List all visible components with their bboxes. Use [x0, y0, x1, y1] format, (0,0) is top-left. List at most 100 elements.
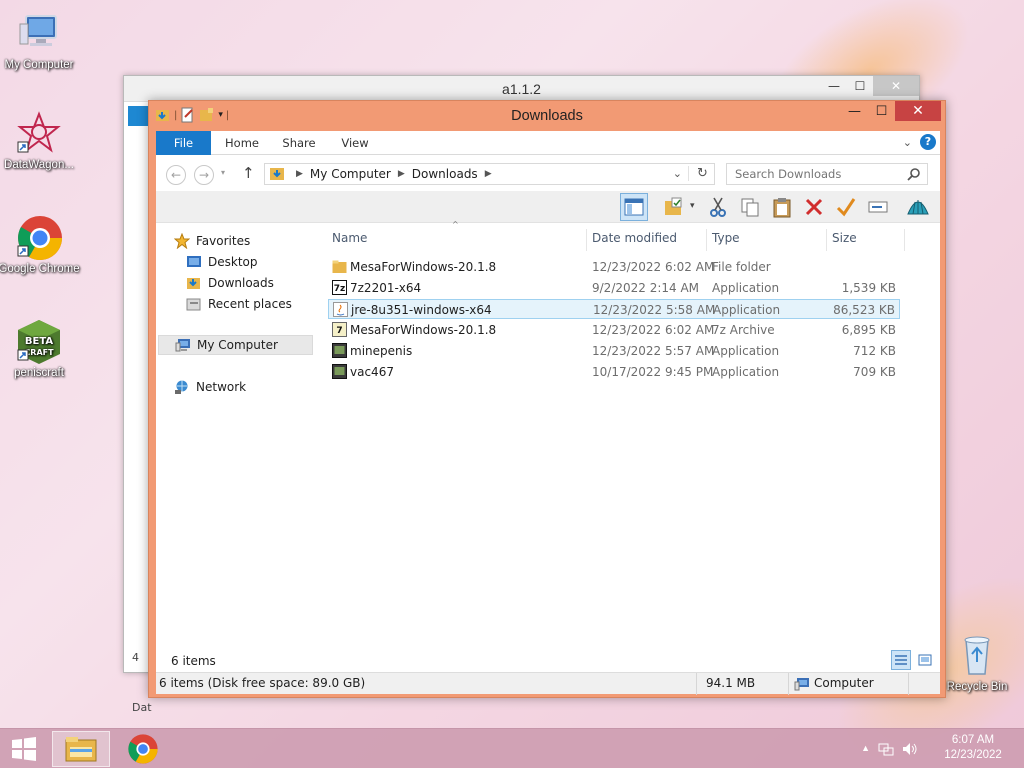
nav-recent-places[interactable]: Recent places	[186, 294, 292, 314]
delete-icon[interactable]	[800, 193, 828, 221]
clock[interactable]: 6:07 AM 12/23/2022	[932, 733, 1014, 763]
back-button[interactable]: ←	[166, 165, 186, 185]
background-window-titlebar[interactable]: a1.1.2 — ☐ ✕	[124, 76, 919, 102]
7zip-icon: 7z	[332, 280, 347, 295]
computer-icon	[175, 339, 190, 352]
file-row[interactable]: 7z 7z2201-x64 9/2/2022 2:14 AM Application 1…	[328, 278, 900, 298]
tab-home[interactable]: Home	[218, 131, 266, 155]
file-list: ^ Name Date modified Type Size MesaForWi…	[326, 220, 936, 643]
start-button[interactable]	[4, 731, 44, 767]
file-row[interactable]: 7 MesaForWindows-20.1.8 12/23/2022 6:02 AM…	[328, 320, 900, 340]
tab-file[interactable]: File	[156, 131, 211, 155]
breadcrumb-downloads[interactable]: Downloads	[412, 167, 478, 181]
desktop-icon-recycle-bin[interactable]: Recycle Bin	[936, 632, 1018, 695]
column-name[interactable]: Name	[332, 231, 367, 251]
rename-icon[interactable]	[864, 193, 892, 221]
total-size: 94.1 MB	[706, 676, 756, 690]
file-row[interactable]: jre-8u351-windows-x64 12/23/2022 5:58 AM A…	[328, 299, 900, 319]
file-date: 12/23/2022 5:58 AM	[593, 303, 716, 317]
tab-view[interactable]: View	[332, 131, 378, 155]
minimize-icon[interactable]: —	[821, 76, 847, 96]
maximize-button[interactable]: ☐	[868, 101, 895, 121]
file-name: jre-8u351-windows-x64	[351, 303, 492, 317]
network-status-icon[interactable]	[878, 742, 894, 756]
preview-pane-icon[interactable]	[620, 193, 648, 221]
copy-icon[interactable]	[736, 193, 764, 221]
search-input[interactable]	[727, 164, 897, 184]
datawagon-icon	[16, 110, 62, 156]
search-box[interactable]	[726, 163, 928, 185]
help-icon[interactable]: ?	[920, 134, 936, 150]
file-row[interactable]: vac467 10/17/2022 9:45 PM Application 709 K…	[328, 362, 900, 382]
large-icons-view-icon[interactable]	[915, 650, 935, 670]
explorer-window[interactable]: | ▾ | Downloads — ☐ ✕ File Home Share Vi…	[148, 100, 946, 698]
column-date-modified[interactable]: Date modified	[592, 231, 677, 251]
recent-locations-icon[interactable]: ▾	[221, 168, 225, 177]
file-date: 9/2/2022 2:14 AM	[592, 281, 700, 295]
minimize-button[interactable]: —	[841, 101, 868, 121]
tab-share[interactable]: Share	[274, 131, 324, 155]
app-icon	[332, 364, 347, 379]
close-button[interactable]: ✕	[895, 101, 941, 121]
computer-icon	[16, 10, 62, 56]
minecraft-icon: BETA CRAFT	[16, 318, 62, 364]
file-date: 10/17/2022 9:45 PM	[592, 365, 714, 379]
shell-icon[interactable]	[904, 193, 932, 221]
desktop-icon-my-computer[interactable]: My Computer	[0, 10, 80, 73]
taskbar-file-explorer[interactable]	[52, 731, 110, 767]
nav-network[interactable]: Network	[174, 377, 246, 397]
location-label: Computer	[814, 676, 874, 690]
volume-icon[interactable]	[902, 742, 918, 756]
downloads-folder-icon	[187, 278, 200, 289]
file-date: 12/23/2022 6:02 AM	[592, 323, 715, 337]
svg-text:7: 7	[336, 326, 342, 336]
nav-desktop[interactable]: Desktop	[186, 252, 258, 272]
windows-logo-icon	[12, 737, 36, 761]
file-size: 1,539 KB	[841, 281, 896, 295]
search-icon[interactable]	[907, 167, 921, 181]
address-dropdown-icon[interactable]: ⌄	[673, 167, 682, 180]
breadcrumb-separator-icon[interactable]: ▶	[398, 169, 405, 179]
folder-properties-icon[interactable]	[660, 193, 688, 221]
address-row: ← → ▾ ↑ ▶ My Computer ▶ Downloads ▶ ⌄ ↻	[156, 159, 940, 191]
refresh-icon[interactable]: ↻	[688, 166, 716, 181]
breadcrumb-separator-icon[interactable]: ▶	[296, 169, 303, 179]
column-type[interactable]: Type	[712, 231, 740, 251]
file-size: 6,895 KB	[841, 323, 896, 337]
nav-downloads[interactable]: Downloads	[186, 273, 274, 293]
file-type: 7z Archive	[712, 323, 775, 337]
expand-ribbon-icon[interactable]: ⌄	[903, 136, 912, 149]
breadcrumb-separator-icon[interactable]: ▶	[485, 169, 492, 179]
checkmark-icon[interactable]	[832, 193, 860, 221]
close-icon[interactable]: ✕	[873, 76, 919, 96]
item-count-bar: 6 items	[156, 644, 940, 674]
nav-my-computer[interactable]: My Computer	[158, 335, 313, 355]
window-titlebar[interactable]: | ▾ | Downloads — ☐ ✕	[149, 101, 945, 131]
paste-icon[interactable]	[768, 193, 796, 221]
clock-date: 12/23/2022	[944, 749, 1002, 761]
tray-expand-icon[interactable]: ▲	[861, 741, 870, 756]
desktop-icon-datawagon[interactable]: DataWagon...	[0, 110, 80, 173]
star-icon	[174, 233, 190, 249]
taskbar: ▲ 6:07 AM 12/23/2022	[0, 728, 1024, 768]
file-type: Application	[713, 303, 781, 317]
details-view-icon[interactable]	[891, 650, 911, 670]
file-name: MesaForWindows-20.1.8	[350, 260, 497, 274]
file-row[interactable]: minepenis 12/23/2022 5:57 AM Application 71…	[328, 341, 900, 361]
desktop-icon-peniscraft[interactable]: BETA CRAFT peniscraft	[0, 318, 80, 381]
up-button[interactable]: ↑	[242, 164, 255, 182]
nav-favorites[interactable]: Favorites	[174, 231, 250, 251]
column-size[interactable]: Size	[832, 231, 857, 251]
forward-button[interactable]: →	[194, 165, 214, 185]
chevron-down-icon[interactable]: ▾	[690, 201, 695, 211]
breadcrumb-my-computer[interactable]: My Computer	[310, 167, 391, 181]
background-window-text: 4	[132, 651, 139, 664]
file-date: 12/23/2022 5:57 AM	[592, 344, 715, 358]
file-row[interactable]: MesaForWindows-20.1.8 12/23/2022 6:02 AM F…	[328, 257, 900, 277]
cut-icon[interactable]	[704, 193, 732, 221]
taskbar-chrome[interactable]	[118, 731, 168, 767]
address-bar[interactable]: ▶ My Computer ▶ Downloads ▶ ⌄ ↻	[264, 163, 715, 185]
desktop-icon-google-chrome[interactable]: Google Chrome	[0, 214, 80, 277]
maximize-icon[interactable]: ☐	[847, 76, 873, 96]
file-size: 709 KB	[853, 365, 896, 379]
